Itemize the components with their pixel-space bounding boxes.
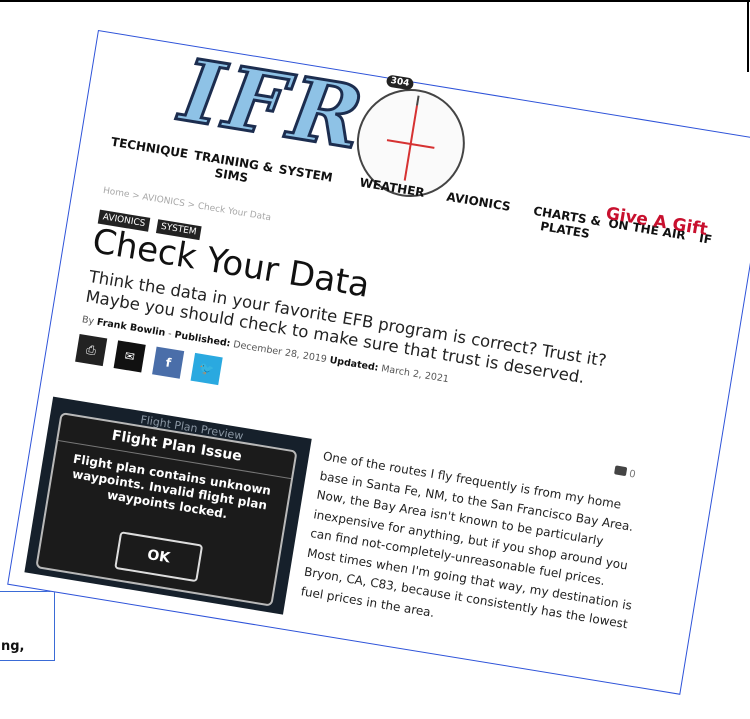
- nav-charts-plates[interactable]: CHARTS & PLATES: [530, 204, 602, 243]
- updated-label: Updated:: [328, 354, 380, 374]
- twitter-button[interactable]: 🐦: [190, 352, 223, 386]
- updated-date: March 2, 2021: [380, 363, 450, 386]
- author-link[interactable]: Frank Bowlin: [96, 317, 166, 339]
- article-image: Flight Plan Preview Flight Plan Issue Fl…: [24, 396, 312, 615]
- caption-box: ng,: [0, 591, 55, 661]
- dialog-ok-button: OK: [114, 531, 204, 583]
- nav-avionics[interactable]: AVIONICS: [446, 190, 512, 214]
- twitter-icon: 🐦: [198, 360, 216, 378]
- facebook-icon: f: [164, 355, 173, 371]
- right-border: [747, 0, 749, 72]
- byline-prefix: By: [81, 314, 95, 328]
- published-label: Published:: [173, 329, 232, 350]
- print-icon: ⎙: [85, 342, 98, 358]
- comment-icon: [613, 465, 628, 477]
- logo-badge: 304: [385, 74, 415, 91]
- facebook-button[interactable]: f: [152, 346, 185, 379]
- logo-letters: IFR: [173, 39, 375, 172]
- email-button[interactable]: ✉: [113, 340, 146, 373]
- article-body: One of the routes I fly frequently is fr…: [299, 449, 635, 632]
- article-screenshot: IFR 304 TECHNIQUE TRAINING & SIMS SYSTEM…: [7, 30, 750, 695]
- flight-plan-dialog: Flight Plan Issue Flight plan contains u…: [35, 412, 298, 607]
- comment-count-value: 0: [628, 468, 637, 481]
- top-border: [0, 0, 750, 2]
- mail-icon: ✉: [123, 348, 136, 365]
- comment-count[interactable]: 0: [613, 465, 637, 481]
- print-button[interactable]: ⎙: [75, 334, 108, 367]
- caption-text: ng,: [1, 639, 25, 654]
